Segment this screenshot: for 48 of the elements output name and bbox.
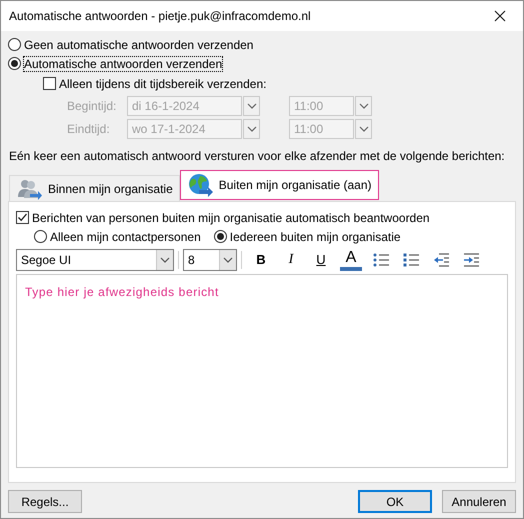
cancel-button[interactable]: Annuleren bbox=[442, 490, 516, 513]
chevron-down-icon bbox=[246, 102, 256, 108]
outdent-icon bbox=[433, 252, 449, 266]
globe-icon bbox=[186, 173, 213, 197]
chevron-down-icon bbox=[358, 102, 368, 108]
chevron-down-icon bbox=[358, 126, 368, 132]
dropdown-button[interactable] bbox=[355, 118, 372, 138]
section-label: Eén keer een automatisch antwoord versturen voor elke afzender met de volgende berichten: bbox=[9, 149, 506, 165]
date-field-value: wo 17-1-2024 bbox=[131, 122, 206, 136]
radio-label[interactable]: Iedereen buiten mijn organisatie bbox=[230, 230, 401, 244]
indent-icon bbox=[463, 252, 479, 266]
radio-label[interactable]: Automatische antwoorden verzenden bbox=[24, 56, 222, 70]
close-icon bbox=[494, 10, 506, 22]
radio-label[interactable]: Alleen mijn contactpersonen bbox=[50, 230, 201, 244]
font-color-button[interactable]: A bbox=[340, 248, 362, 270]
time-field-value: 11:00 bbox=[293, 98, 324, 112]
radio-button[interactable] bbox=[8, 38, 21, 51]
dropdown-button[interactable] bbox=[156, 250, 173, 270]
date-field-value: di 16-1-2024 bbox=[131, 98, 200, 112]
numbering-icon bbox=[403, 252, 419, 266]
time-field-value: 11:00 bbox=[293, 122, 324, 136]
ok-button[interactable]: OK bbox=[358, 490, 432, 513]
dropdown-button[interactable] bbox=[243, 118, 260, 138]
radio-label[interactable]: Geen automatische antwoorden verzenden bbox=[24, 38, 254, 52]
chevron-down-icon bbox=[160, 256, 170, 262]
time-label: Eindtijd: bbox=[67, 122, 111, 136]
checkbox[interactable] bbox=[16, 211, 29, 224]
rules-button[interactable]: Regels... bbox=[8, 490, 82, 513]
time-label: Begintijd: bbox=[67, 98, 118, 112]
tab[interactable]: Binnen mijn organisatie bbox=[9, 175, 180, 201]
people-icon bbox=[16, 178, 42, 200]
italic-button[interactable]: I bbox=[280, 248, 302, 270]
font-dropdown[interactable]: Segoe UI bbox=[16, 248, 174, 270]
message-editor[interactable]: Type hier je afwezigheids bericht bbox=[16, 274, 508, 468]
tab[interactable]: Buiten mijn organisatie (aan) bbox=[180, 170, 378, 200]
message-text: Type hier je afwezigheids bericht bbox=[25, 285, 219, 299]
radio-button[interactable] bbox=[8, 57, 21, 70]
chevron-down-icon bbox=[246, 126, 256, 132]
window-title: Automatische antwoorden - pietje.puk@infracomdemo.nl bbox=[9, 9, 312, 23]
radio-button[interactable] bbox=[214, 230, 227, 243]
bullets-icon bbox=[373, 252, 389, 266]
chevron-down-icon bbox=[223, 256, 233, 262]
bold-button[interactable]: B bbox=[250, 248, 272, 270]
underline-button[interactable]: U bbox=[310, 248, 332, 270]
checkbox-label[interactable]: Berichten van personen buiten mijn organisatie automatisch beantwoorden bbox=[32, 210, 430, 224]
radio-button[interactable] bbox=[34, 230, 47, 243]
dropdown-button[interactable] bbox=[219, 250, 236, 270]
size-dropdown[interactable]: 8 bbox=[183, 248, 237, 270]
